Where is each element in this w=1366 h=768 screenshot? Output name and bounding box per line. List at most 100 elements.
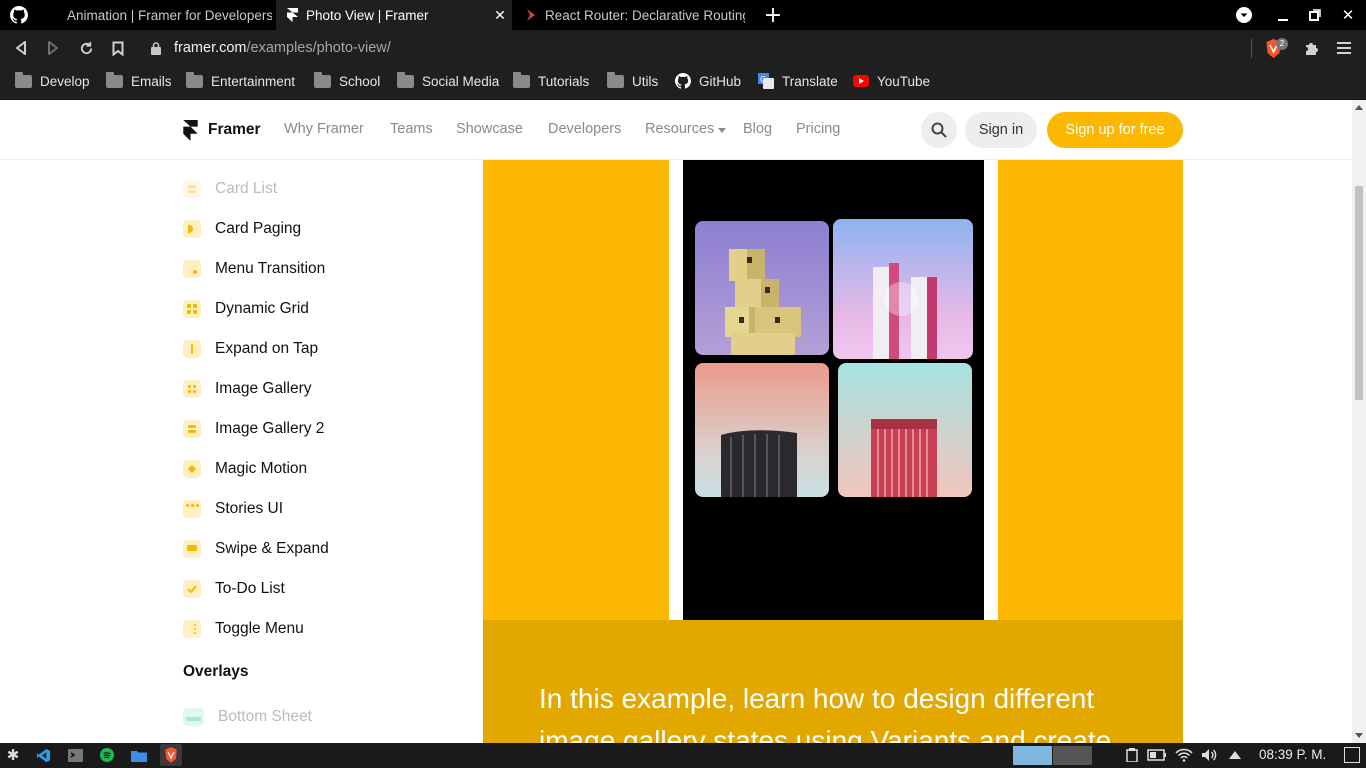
bookmark-youtube[interactable]: YouTube xyxy=(853,66,930,96)
spotify-icon[interactable] xyxy=(98,746,116,764)
sidebar-item-card-list[interactable]: Card List xyxy=(183,177,277,201)
tab-animation[interactable]: Animation | Framer for Developers xyxy=(40,0,274,30)
bottom-sheet-icon xyxy=(183,708,204,726)
sidebar-section-overlays: Overlays xyxy=(183,663,249,680)
bookmark-emails[interactable]: Emails xyxy=(106,66,172,96)
search-button[interactable] xyxy=(921,112,957,148)
extensions-icon[interactable] xyxy=(1303,39,1321,57)
minimize-icon[interactable] xyxy=(1276,8,1290,22)
folder-icon xyxy=(106,71,123,88)
scrollbar-thumb[interactable] xyxy=(1355,186,1363,400)
toggle-menu-icon xyxy=(183,620,201,638)
os-taskbar: ✱ 08:39 P. M. xyxy=(0,743,1366,768)
workspace-1[interactable] xyxy=(1013,746,1052,765)
tray-expand-icon[interactable] xyxy=(1228,749,1242,761)
github-icon xyxy=(675,73,691,89)
workspace-2[interactable] xyxy=(1053,746,1092,765)
back-icon[interactable] xyxy=(12,39,30,57)
clock[interactable]: 08:39 P. M. xyxy=(1259,747,1326,762)
sidebar-item-todo-list[interactable]: To-Do List xyxy=(183,577,285,601)
address-bar[interactable]: framer.com/examples/photo-view/ xyxy=(174,39,391,57)
browser-toolbar: framer.com/examples/photo-view/ 2 xyxy=(0,30,1366,66)
forward-icon[interactable] xyxy=(44,39,62,57)
sidebar-item-image-gallery-2[interactable]: Image Gallery 2 xyxy=(183,417,324,441)
translate-icon: G xyxy=(758,73,774,89)
example-description: In this example, learn how to design dif… xyxy=(539,683,1112,743)
sign-up-button[interactable]: Sign up for free xyxy=(1047,112,1183,148)
stories-icon xyxy=(183,500,201,518)
gallery-photo[interactable] xyxy=(833,219,973,359)
bookmark-github[interactable]: GitHub xyxy=(675,66,741,96)
clipboard-icon[interactable] xyxy=(1124,747,1140,763)
close-window-icon[interactable]: ✕ xyxy=(1340,6,1356,24)
sidebar-item-image-gallery[interactable]: Image Gallery xyxy=(183,377,311,401)
reload-icon[interactable] xyxy=(77,39,95,57)
sidebar-item-toggle-menu[interactable]: Toggle Menu xyxy=(183,617,304,641)
phone-preview[interactable] xyxy=(683,160,984,620)
url-path: /examples/photo-view/ xyxy=(246,40,391,56)
sparkle-icon xyxy=(183,460,201,478)
nav-developers[interactable]: Developers xyxy=(548,121,621,137)
framer-favicon-icon xyxy=(285,8,299,22)
bookmark-icon[interactable] xyxy=(109,39,127,57)
bookmark-social-media[interactable]: Social Media xyxy=(397,66,499,96)
bookmarks-bar: Develop Emails Entertainment School Soci… xyxy=(0,66,1366,100)
framer-logo[interactable]: Framer xyxy=(183,119,261,141)
site-nav: Framer Why Framer Teams Showcase Develop… xyxy=(0,100,1352,160)
card-list-icon xyxy=(183,180,201,198)
bookmark-school[interactable]: School xyxy=(314,66,380,96)
bookmark-entertainment[interactable]: Entertainment xyxy=(186,66,295,96)
card-paging-icon xyxy=(183,220,201,238)
sidebar-item-magic-motion[interactable]: Magic Motion xyxy=(183,457,307,481)
folder-icon xyxy=(186,71,203,88)
files-icon[interactable] xyxy=(130,746,148,764)
gallery-photo[interactable] xyxy=(838,363,972,497)
bookmark-develop[interactable]: Develop xyxy=(15,66,90,96)
sidebar-item-expand-on-tap[interactable]: Expand on Tap xyxy=(183,337,318,361)
sidebar-item-menu-transition[interactable]: Menu Transition xyxy=(183,257,325,281)
nav-resources[interactable]: Resources xyxy=(645,121,714,137)
bookmark-translate[interactable]: G Translate xyxy=(758,66,838,96)
dynamic-grid-icon xyxy=(183,300,201,318)
sidebar-item-dynamic-grid[interactable]: Dynamic Grid xyxy=(183,297,309,321)
terminal-icon[interactable] xyxy=(66,746,84,764)
framer-logo-icon xyxy=(183,119,198,141)
new-tab-icon[interactable]: + xyxy=(762,3,784,28)
nav-showcase[interactable]: Showcase xyxy=(456,121,523,137)
nav-teams[interactable]: Teams xyxy=(390,121,433,137)
show-desktop-button[interactable] xyxy=(1344,747,1360,763)
brave-browser-icon[interactable] xyxy=(160,744,182,766)
close-tab-icon[interactable]: ✕ xyxy=(492,7,508,23)
nav-why-framer[interactable]: Why Framer xyxy=(284,121,364,137)
nav-blog[interactable]: Blog xyxy=(743,121,772,137)
bookmark-utils[interactable]: Utils xyxy=(607,66,658,96)
folder-icon xyxy=(314,71,331,88)
maximize-icon[interactable] xyxy=(1308,8,1322,22)
volume-icon[interactable] xyxy=(1200,747,1218,763)
swipe-icon xyxy=(183,540,201,558)
chevron-down-icon xyxy=(718,127,726,133)
tab-react-router[interactable]: React Router: Declarative Routing xyxy=(514,0,754,30)
tab-search-icon[interactable] xyxy=(1236,7,1252,23)
sidebar-item-swipe-expand[interactable]: Swipe & Expand xyxy=(183,537,329,561)
battery-icon[interactable] xyxy=(1146,747,1168,763)
github-icon xyxy=(10,6,28,24)
gallery-photo[interactable] xyxy=(695,363,829,497)
sidebar-item-card-paging[interactable]: Card Paging xyxy=(183,217,301,241)
image-gallery-2-icon xyxy=(183,420,201,438)
web-page: Framer Why Framer Teams Showcase Develop… xyxy=(0,100,1352,743)
wifi-icon[interactable] xyxy=(1174,747,1194,763)
menu-icon[interactable] xyxy=(1336,39,1352,57)
sidebar-item-stories-ui[interactable]: Stories UI xyxy=(183,497,283,521)
folder-icon xyxy=(513,71,530,88)
bookmark-tutorials[interactable]: Tutorials xyxy=(513,66,589,96)
gallery-photo[interactable] xyxy=(695,221,829,355)
sidebar-item-bottom-sheet[interactable]: Bottom Sheet xyxy=(183,705,312,729)
app-launcher-icon[interactable]: ✱ xyxy=(4,746,22,764)
nav-pricing[interactable]: Pricing xyxy=(796,121,840,137)
shield-count-badge: 2 xyxy=(1276,38,1288,50)
react-router-favicon-icon xyxy=(525,8,537,22)
tab-photo-view[interactable]: Photo View | Framer ✕ xyxy=(276,0,512,30)
vscode-icon[interactable] xyxy=(34,746,52,764)
sign-in-button[interactable]: Sign in xyxy=(965,112,1037,148)
